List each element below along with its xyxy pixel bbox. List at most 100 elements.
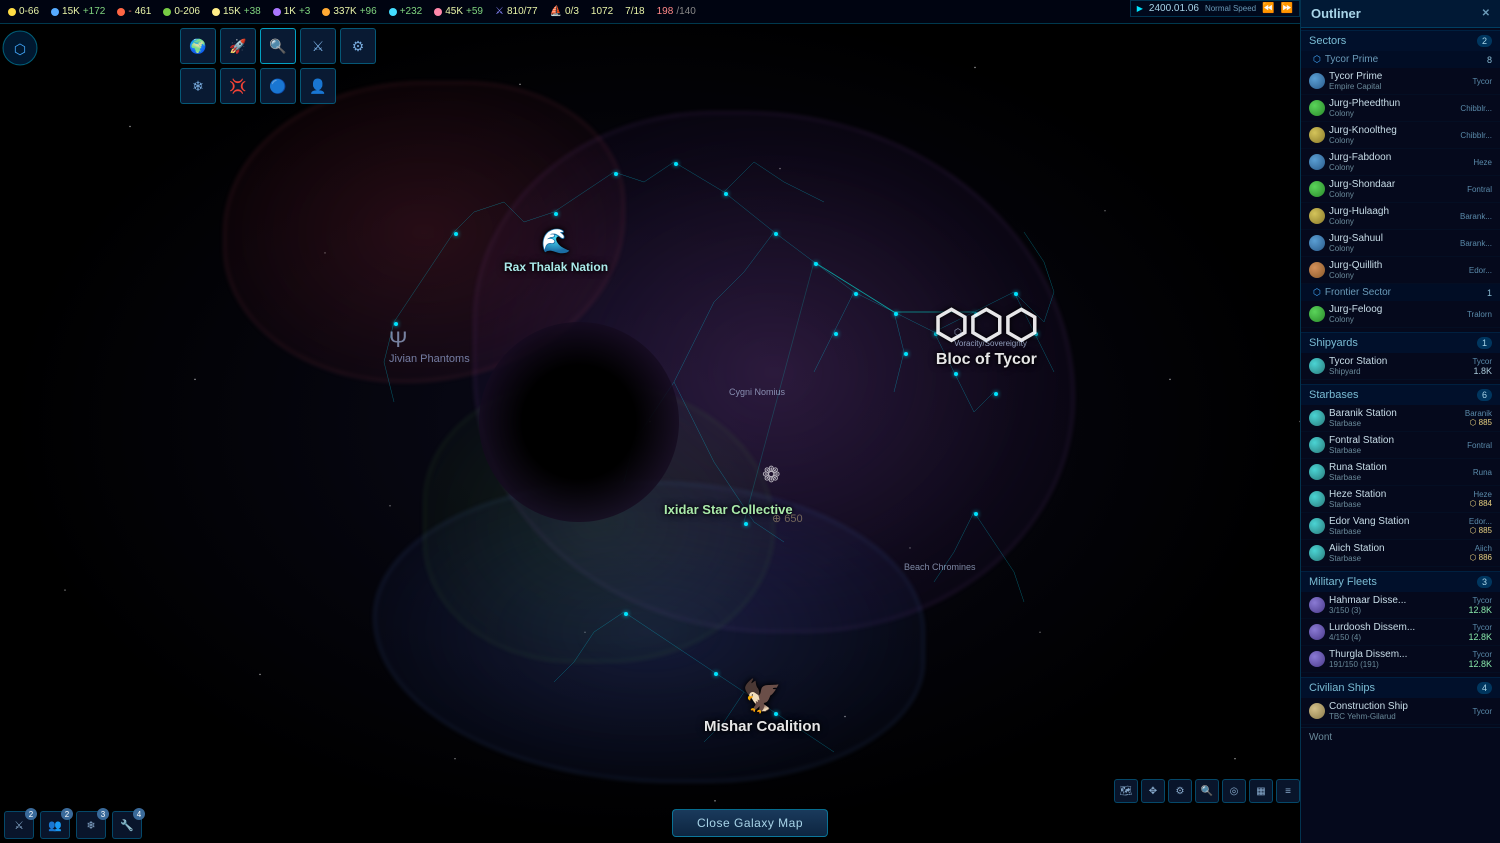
resource-unity: 337K+96: [322, 6, 376, 17]
star-node[interactable]: [894, 312, 898, 316]
pause-button[interactable]: ▶: [1137, 4, 1143, 13]
speed-down[interactable]: ⏪: [1262, 3, 1274, 14]
colony-item-jurg-hulaagh[interactable]: Jurg-Hulaagh Colony Barank...: [1301, 203, 1500, 230]
quick-btn-ships[interactable]: 🚀: [220, 28, 256, 64]
starbases-section: Starbases 6 Baranik Station Starbase Bar…: [1301, 382, 1500, 569]
quick-btn-settings[interactable]: ⚙: [340, 28, 376, 64]
game-speed: Normal Speed: [1205, 4, 1256, 13]
quick-btn-fleets[interactable]: ⚔: [300, 28, 336, 64]
faction-emblem[interactable]: ⬡: [2, 30, 38, 66]
colony-item-jurg-quillith[interactable]: Jurg-Quillith Colony Edor...: [1301, 257, 1500, 284]
starbase-item-aiich[interactable]: Aiich Station Starbase Aiich ⬡ 886: [1301, 540, 1500, 567]
star-node[interactable]: [554, 212, 558, 216]
colony-item-jurg-feloog[interactable]: Jurg-Feloog Colony Tralorn: [1301, 301, 1500, 328]
colony-item-jurg-knooltheg[interactable]: Jurg-Knooltheg Colony Chibblr...: [1301, 122, 1500, 149]
star-node[interactable]: [774, 232, 778, 236]
colony-item-jurg-pheedthun[interactable]: Jurg-Pheedthun Colony Chibblr...: [1301, 95, 1500, 122]
quick-btn-search[interactable]: 🔍: [260, 28, 296, 64]
star-node[interactable]: [954, 372, 958, 376]
planet-icon: [1309, 100, 1325, 116]
second-btn-4[interactable]: 👤: [300, 68, 336, 104]
second-btn-1[interactable]: ❄: [180, 68, 216, 104]
star-node[interactable]: [724, 192, 728, 196]
star-node[interactable]: [934, 332, 938, 336]
military-fleets-section: Military Fleets 3 Hahmaar Disse... 3/150…: [1301, 569, 1500, 675]
map-ctrl-grid[interactable]: ▦: [1249, 779, 1273, 803]
resource-credits: 15K+38: [212, 6, 261, 17]
shipyard-item-tycor[interactable]: Tycor Station Shipyard Tycor 1.8K: [1301, 353, 1500, 380]
quick-btn-planets[interactable]: 🌍: [180, 28, 216, 64]
colony-item-jurg-shondaar[interactable]: Jurg-Shondaar Colony Fontral: [1301, 176, 1500, 203]
resource-pop: 45K+59: [434, 6, 483, 17]
starbase-item-baranik[interactable]: Baranik Station Starbase Baranik ⬡ 885: [1301, 405, 1500, 432]
starbase-item-runa[interactable]: Runa Station Starbase Runa: [1301, 459, 1500, 486]
map-ctrl-2[interactable]: ✥: [1141, 779, 1165, 803]
subsection-tycor-prime[interactable]: ⬡ Tycor Prime 8: [1301, 51, 1500, 68]
star-node[interactable]: [774, 712, 778, 716]
bottom-icon-combat[interactable]: ⚔ 2: [4, 811, 34, 839]
resource-alloys: -461: [117, 6, 151, 17]
star-node[interactable]: [614, 172, 618, 176]
bottom-bar: Close Galaxy Map: [0, 803, 1500, 843]
map-ctrl-settings[interactable]: ⚙: [1168, 779, 1192, 803]
sectors-header[interactable]: Sectors 2: [1301, 30, 1500, 51]
shipyards-section: Shipyards 1 Tycor Station Shipyard Tycor…: [1301, 330, 1500, 382]
civ-ship-item-construction[interactable]: Construction Ship TBC Yehm-Gilarud Tycor: [1301, 698, 1500, 725]
fleet-item-thurgla[interactable]: Thurgla Dissem... 191/150 (191) Tycor 12…: [1301, 646, 1500, 673]
star-node[interactable]: [854, 292, 858, 296]
resource-minerals: 15K +172: [51, 6, 105, 17]
star-node[interactable]: [814, 262, 818, 266]
star-node[interactable]: [904, 352, 908, 356]
colony-item-tycor-prime[interactable]: Tycor Prime Empire Capital Tycor: [1301, 68, 1500, 95]
colony-item-jurg-fabdoon[interactable]: Jurg-Fabdoon Colony Heze: [1301, 149, 1500, 176]
star-node[interactable]: [394, 322, 398, 326]
planet-icon: [1309, 235, 1325, 251]
bottom-icon-tools[interactable]: 🔧 4: [112, 811, 142, 839]
bottom-icon-population[interactable]: 👥 2: [40, 811, 70, 839]
black-hole: [479, 322, 679, 522]
star-node[interactable]: [674, 162, 678, 166]
star-node[interactable]: [974, 512, 978, 516]
planet-icon: [1309, 306, 1325, 322]
star-node[interactable]: [994, 392, 998, 396]
civilian-ships-header[interactable]: Civilian Ships 4: [1301, 677, 1500, 698]
outliner-close[interactable]: ✕: [1482, 8, 1490, 19]
planet-icon: [1309, 181, 1325, 197]
star-node[interactable]: [834, 332, 838, 336]
galaxy-visual: ⬡⬡⬡ Bloc of Tycor 🦅 Mishar Coalition 🌊 R…: [174, 32, 1074, 812]
star-node[interactable]: [454, 232, 458, 236]
station-icon: [1309, 410, 1325, 426]
map-controls: 🗺 ✥ ⚙ 🔍 ◎ ▦ ≡: [1114, 779, 1300, 803]
map-ctrl-zoom[interactable]: 🔍: [1195, 779, 1219, 803]
map-ctrl-target[interactable]: ◎: [1222, 779, 1246, 803]
speed-up[interactable]: ⏩: [1281, 3, 1293, 14]
second-btn-3[interactable]: 🔵: [260, 68, 296, 104]
resource-influence: 1K+3: [273, 6, 311, 17]
star-node[interactable]: [974, 312, 978, 316]
close-galaxy-map-button[interactable]: Close Galaxy Map: [672, 809, 828, 837]
starbases-header[interactable]: Starbases 6: [1301, 384, 1500, 405]
resource-food: 0-206: [163, 6, 200, 17]
outliner-panel: Outliner ✕ Sectors 2 ⬡ Tycor Prime 8 Tyc…: [1300, 0, 1500, 843]
map-ctrl-menu[interactable]: ≡: [1276, 779, 1300, 803]
subsection-frontier-sector[interactable]: ⬡ Frontier Sector 1: [1301, 284, 1500, 301]
fleet-item-lurdoosh[interactable]: Lurdoosh Dissem... 4/150 (4) Tycor 12.8K: [1301, 619, 1500, 646]
shipyards-header[interactable]: Shipyards 1: [1301, 332, 1500, 353]
bottom-icon-cryo[interactable]: ❄ 3: [76, 811, 106, 839]
military-fleets-header[interactable]: Military Fleets 3: [1301, 571, 1500, 592]
colony-item-jurg-sahuul[interactable]: Jurg-Sahuul Colony Barank...: [1301, 230, 1500, 257]
galaxy-map[interactable]: ⬡⬡⬡ Bloc of Tycor 🦅 Mishar Coalition 🌊 R…: [0, 0, 1300, 843]
star-node[interactable]: [1034, 332, 1038, 336]
star-node[interactable]: [744, 522, 748, 526]
starbase-item-heze[interactable]: Heze Station Starbase Heze ⬡ 884: [1301, 486, 1500, 513]
star-node[interactable]: [714, 672, 718, 676]
fleet-item-hahmaar[interactable]: Hahmaar Disse... 3/150 (3) Tycor 12.8K: [1301, 592, 1500, 619]
map-ctrl-1[interactable]: 🗺: [1114, 779, 1138, 803]
starbase-item-edor-vang[interactable]: Edor Vang Station Starbase Edor... ⬡ 885: [1301, 513, 1500, 540]
stat-198-140: 198/140: [657, 6, 696, 17]
second-btn-2[interactable]: 💢: [220, 68, 256, 104]
fleet-power-2: ⛵ 0/3: [550, 6, 579, 17]
starbase-item-fontral[interactable]: Fontral Station Starbase Fontral: [1301, 432, 1500, 459]
star-node[interactable]: [1014, 292, 1018, 296]
star-node[interactable]: [624, 612, 628, 616]
